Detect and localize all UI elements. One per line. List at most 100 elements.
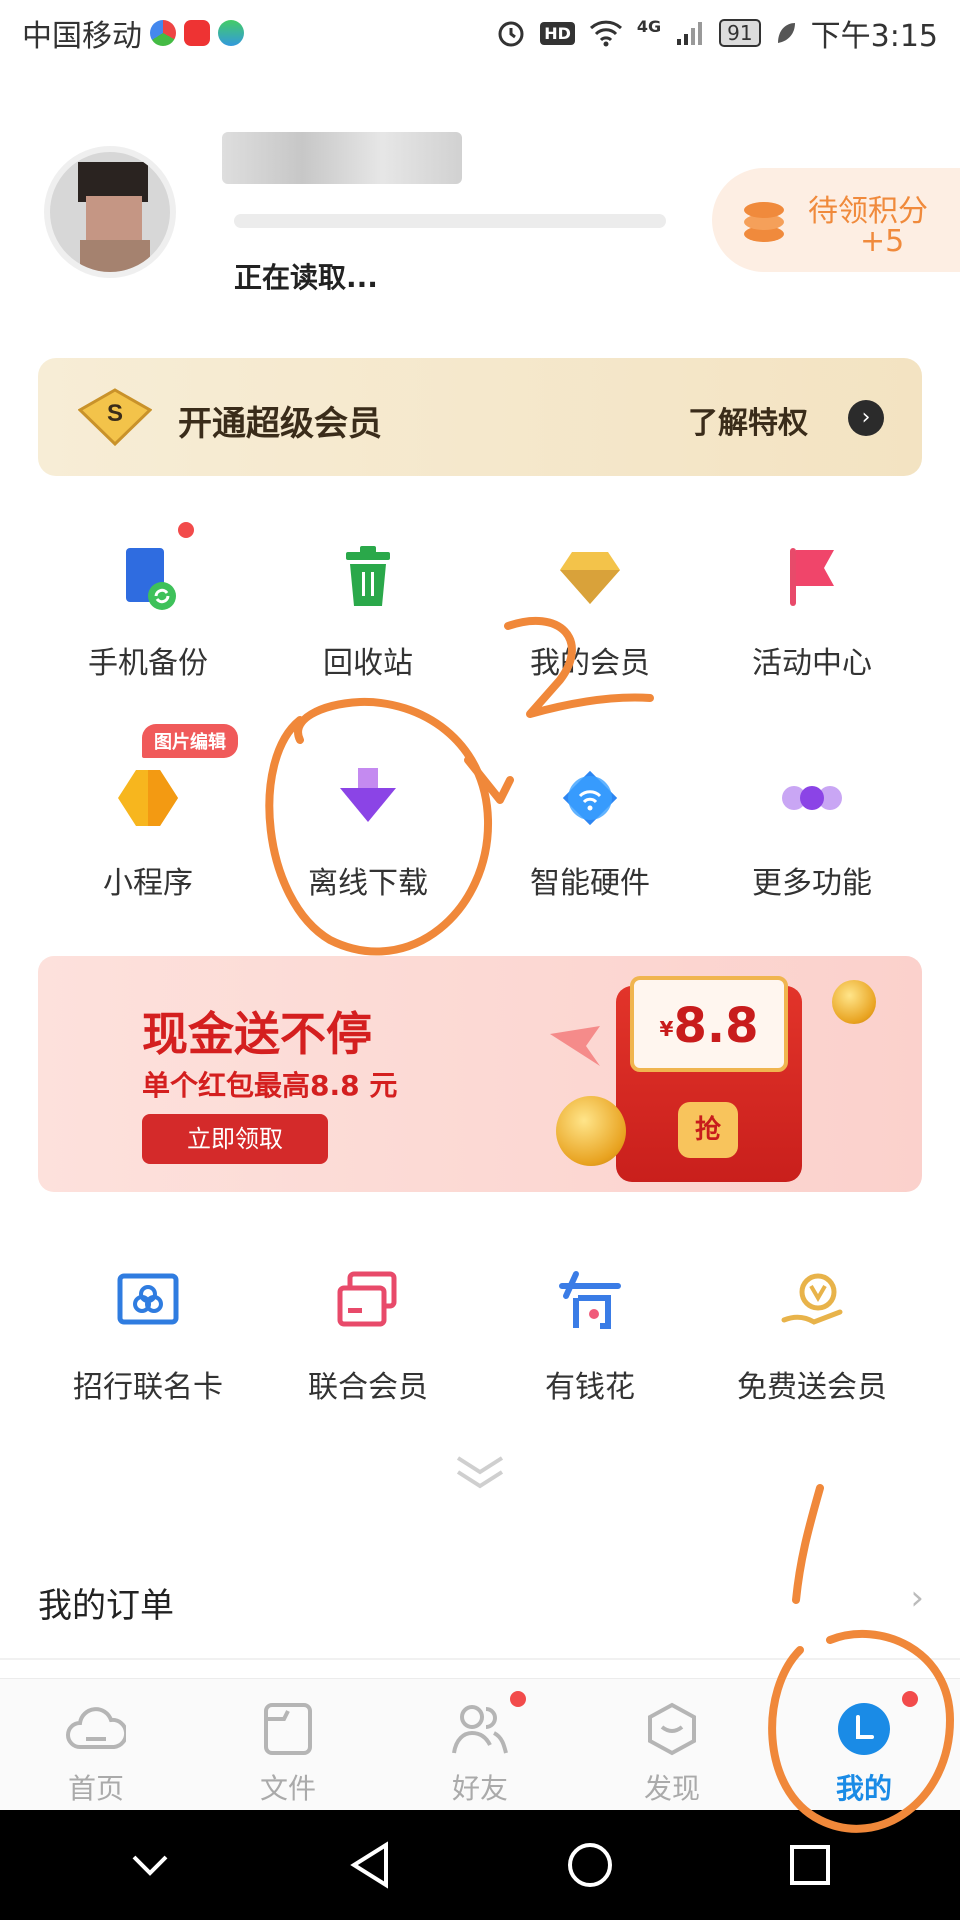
username-blurred [222, 132, 462, 184]
feature-my-vip[interactable]: 我的会员 [480, 546, 700, 682]
system-nav-bar [0, 1810, 960, 1920]
tab-discover[interactable]: 发现 [576, 1679, 768, 1810]
service-free-vip[interactable]: 免费送会员 [702, 1270, 922, 1406]
chevron-right-icon: › [910, 1578, 924, 1618]
smart-device-icon [562, 770, 618, 826]
feature-recycle-bin[interactable]: 回收站 [258, 546, 478, 682]
recents-square-icon [790, 1845, 830, 1885]
image-edit-badge: 图片编辑 [142, 724, 238, 758]
friends-icon [452, 1705, 508, 1754]
avatar[interactable] [44, 146, 176, 278]
cloud-icon [66, 1707, 128, 1749]
money-icon [559, 1271, 621, 1329]
folder-icon [264, 1703, 312, 1755]
gift-vip-icon [781, 1273, 843, 1325]
gold-coin-icon [556, 1096, 626, 1166]
feature-more[interactable]: 更多功能 [702, 766, 922, 902]
service-youqianhua[interactable]: 有钱花 [480, 1270, 700, 1406]
battery-indicator: 91 [719, 19, 761, 47]
service-label: 招行联名卡 [73, 1370, 223, 1405]
mini-program-icon [118, 770, 178, 826]
tab-files[interactable]: 文件 [192, 1679, 384, 1810]
nav-back-button[interactable] [340, 1835, 400, 1895]
tab-label: 我的 [835, 1772, 892, 1805]
avatar-pixel [86, 196, 142, 242]
diamond-icon [560, 552, 620, 604]
status-left: 中国移动 [22, 11, 244, 55]
tab-label: 好友 [451, 1772, 508, 1805]
vip-privileges-link[interactable]: 了解特权 [688, 398, 808, 442]
packet-card: ¥8.8 [630, 976, 788, 1072]
loading-status: 正在读取... [234, 261, 378, 294]
download-arrow-icon [340, 768, 396, 822]
svip-badge-letter: S [107, 400, 123, 427]
grab-seal: 抢 [678, 1102, 738, 1158]
packet-amount: ¥8.8 [634, 980, 784, 1075]
feature-label: 更多功能 [752, 866, 872, 901]
feature-smart-hardware[interactable]: 智能硬件 [480, 766, 700, 902]
back-triangle-icon [350, 1841, 388, 1889]
status-bar: 中国移动 HD 4G 91 下午3:15 [0, 0, 960, 66]
bank-card-icon [117, 1273, 179, 1325]
cash-promo-banner[interactable]: 现金送不停 单个红包最高8.8 元 立即领取 ¥8.8 抢 [38, 956, 922, 1192]
tab-label: 首页 [67, 1772, 124, 1805]
tab-label: 文件 [259, 1772, 316, 1805]
points-value: +5 [860, 224, 905, 259]
notification-dot [510, 1691, 526, 1707]
chevron-down-icon [132, 1855, 168, 1876]
orders-label: 我的订单 [38, 1586, 174, 1626]
wifi-icon [589, 20, 622, 47]
nav-recents-button[interactable] [780, 1835, 840, 1895]
tab-friends[interactable]: 好友 [384, 1679, 576, 1810]
my-orders-row[interactable]: 我的订单 › [0, 1542, 960, 1660]
promo-title: 现金送不停 [142, 1007, 372, 1061]
phone-backup-icon [126, 548, 176, 610]
svip-badge-icon: S [78, 388, 152, 446]
service-label: 联合会员 [308, 1370, 428, 1405]
carrier-text: 中国移动 [22, 19, 142, 54]
leaf-icon [777, 23, 795, 43]
tab-home[interactable]: 首页 [0, 1679, 192, 1810]
flag-icon [790, 548, 834, 606]
feature-mini-program[interactable]: 小程序 [38, 766, 258, 902]
signal-icon [677, 22, 703, 45]
service-cmb-card[interactable]: 招行联名卡 [38, 1270, 258, 1406]
hd-badge: HD [540, 21, 575, 45]
amount-value: 8.8 [673, 998, 759, 1054]
claim-button[interactable]: 立即领取 [142, 1114, 328, 1164]
tab-me[interactable]: 我的 [768, 1679, 960, 1810]
currency-symbol: ¥ [659, 1017, 674, 1041]
tab-label: 发现 [643, 1772, 700, 1805]
service-joint-vip[interactable]: 联合会员 [258, 1270, 478, 1406]
nav-home-button[interactable] [560, 1835, 620, 1895]
feature-label: 我的会员 [530, 646, 650, 681]
status-right: HD 4G 91 下午3:15 [496, 11, 938, 55]
app-notification-icon [184, 20, 210, 46]
cards-icon [337, 1271, 397, 1327]
more-dots-icon [782, 786, 842, 810]
super-vip-banner[interactable]: S 开通超级会员 了解特权 › [38, 358, 922, 476]
promo-subtitle: 单个红包最高8.8 元 [142, 1069, 398, 1102]
feature-label: 回收站 [323, 646, 413, 681]
points-button[interactable]: 待领积分 +5 [712, 168, 960, 272]
feature-activity-center[interactable]: 活动中心 [702, 546, 922, 682]
notification-dot [178, 522, 194, 538]
expand-chevron-icon[interactable] [452, 1452, 508, 1492]
discover-icon [648, 1702, 696, 1756]
feature-label: 手机备份 [88, 646, 208, 681]
red-packet: ¥8.8 抢 [616, 976, 802, 1182]
profile-icon [838, 1703, 890, 1755]
feature-label: 离线下载 [308, 866, 428, 901]
home-circle-icon [568, 1843, 612, 1887]
chevron-right-icon[interactable]: › [848, 400, 884, 436]
avatar-pixel [80, 240, 150, 272]
feature-phone-backup[interactable]: 手机备份 [38, 546, 258, 682]
bottom-tab-bar: 首页 文件 好友 发现 我的 [0, 1678, 960, 1810]
ribbon-icon [550, 1026, 600, 1066]
feature-offline-download[interactable]: 离线下载 [258, 766, 478, 902]
service-label: 有钱花 [545, 1370, 635, 1405]
trash-icon [346, 546, 390, 606]
service-label: 免费送会员 [737, 1370, 887, 1405]
feature-label: 小程序 [103, 866, 193, 901]
nav-collapse-button[interactable] [120, 1835, 180, 1895]
